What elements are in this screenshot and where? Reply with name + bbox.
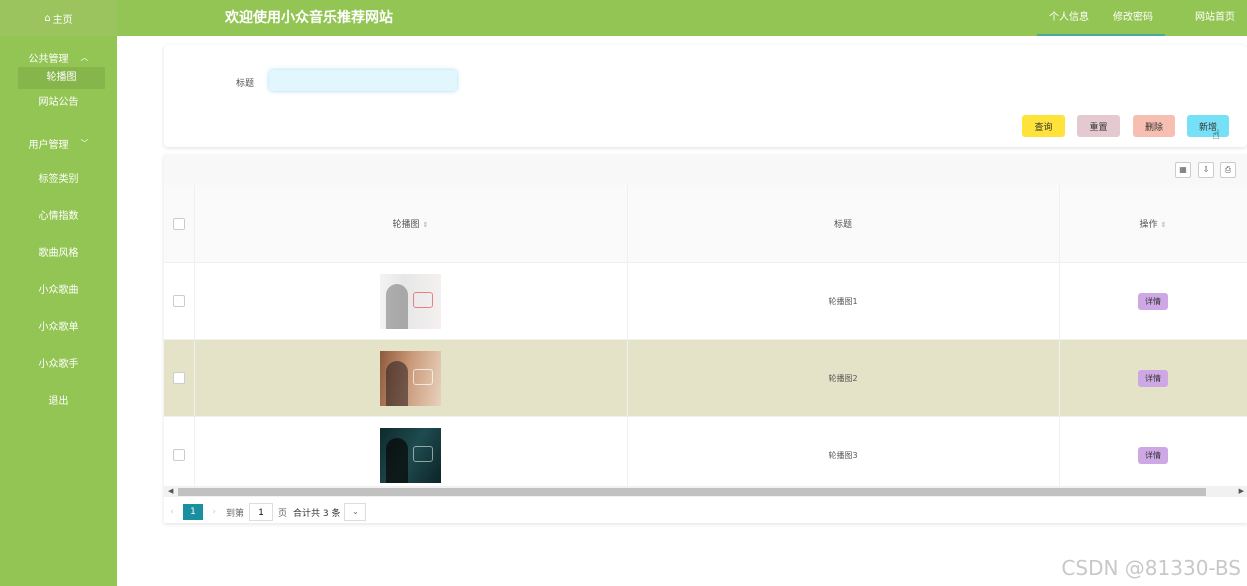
row-title: 轮播图1 [627,262,1060,340]
columns-icon[interactable]: ▦ [1175,162,1191,178]
pagination: ‹ 1 › 到第 页 合计共 3 条 ⌄ [164,503,367,521]
chevron-up-icon: ︿ [80,52,89,62]
column-header-label: 操作 [1139,220,1158,230]
sidebar-item-logout[interactable]: 退出 [0,383,117,420]
table-toolbar: ▦ ⇩ ⎙ [164,155,1247,186]
carousel-thumbnail [380,350,441,406]
chevron-down-icon: ﹀ [80,138,89,148]
table-row: 轮播图3 详情 [164,416,1247,494]
reset-button[interactable]: 重置 [1077,115,1120,137]
sidebar: 公共管理 ︿ 轮播图 网站公告 用户管理 ﹀ 标签类别 心情指数 歌曲风格 小众… [0,36,117,586]
column-header-image[interactable]: 轮播图 ⇕ [194,185,628,263]
row-checkbox[interactable] [172,372,185,384]
sidebar-item-tag-category[interactable]: 标签类别 [0,161,117,198]
nav-profile[interactable]: 个人信息 [1037,0,1101,36]
row-title: 轮播图2 [627,339,1060,417]
carousel-thumbnail [380,273,441,329]
site-title: 欢迎使用小众音乐推荐网站 [225,10,393,26]
horizontal-scrollbar[interactable]: ◀ ▶ [164,486,1247,497]
query-button[interactable]: 查询 [1022,115,1065,137]
chevron-down-icon: ⌄ [352,507,359,516]
delete-button[interactable]: 删除 [1133,115,1175,137]
scroll-right-icon[interactable]: ▶ [1239,486,1244,497]
detail-button[interactable]: 详情 [1138,446,1168,464]
column-header-label: 轮播图 [392,220,420,230]
add-button[interactable]: 新增 [1187,115,1229,137]
detail-button[interactable]: 详情 [1138,369,1168,387]
row-checkbox[interactable] [172,295,185,307]
data-table: 轮播图 ⇕ 标题 操作 ⇕ 轮播图1 详情 轮播图2 详情 轮播图3 详情 [164,185,1247,494]
home-tab[interactable]: ⌂ 主页 [0,0,117,36]
page-label: 页 [278,508,288,519]
prev-page-icon[interactable]: ‹ [164,507,180,517]
sidebar-item-carousel[interactable]: 轮播图 [18,67,105,89]
top-nav: 个人信息 修改密码 网站首页 [1037,0,1247,36]
home-icon: ⌂ [44,12,51,24]
row-title: 轮播图3 [627,416,1060,494]
sort-icon: ⇕ [422,221,429,229]
watermark: CSDN @81330-BS [1061,556,1241,580]
total-count: 合计共 3 条 [293,508,341,519]
sidebar-group-label: 用户管理 [28,139,69,151]
table-panel: ▦ ⇩ ⎙ 轮播图 ⇕ 标题 操作 ⇕ 轮播图1 详情 轮播图2 详情 轮播图3… [164,155,1247,523]
goto-page-input[interactable] [249,503,274,521]
nav-change-password[interactable]: 修改密码 [1101,0,1165,36]
select-all-checkbox[interactable] [172,217,185,230]
table-row: 轮播图2 详情 [164,339,1247,417]
table-header-row: 轮播图 ⇕ 标题 操作 ⇕ [164,185,1247,263]
sidebar-group-label: 公共管理 [28,53,69,65]
sidebar-group-public[interactable]: 公共管理 ︿ [0,47,117,67]
home-label: 主页 [52,14,73,26]
top-bar: ⌂ 主页 欢迎使用小众音乐推荐网站 个人信息 修改密码 网站首页 [0,0,1247,36]
table-row: 轮播图1 详情 [164,262,1247,340]
row-checkbox[interactable] [172,449,185,461]
select-all-cell [164,185,195,263]
sidebar-item-niche-songs[interactable]: 小众歌曲 [0,272,117,309]
nav-site-home[interactable]: 网站首页 [1183,0,1247,36]
print-icon[interactable]: ⎙ [1220,162,1236,178]
column-header-action[interactable]: 操作 ⇕ [1059,185,1247,263]
sidebar-item-song-style[interactable]: 歌曲风格 [0,235,117,272]
sidebar-item-niche-playlists[interactable]: 小众歌单 [0,309,117,346]
sidebar-group-user[interactable]: 用户管理 ﹀ [0,133,117,153]
next-page-icon[interactable]: › [206,507,222,517]
sidebar-item-notice[interactable]: 网站公告 [0,92,117,114]
hand-cursor-icon: ☝ [1212,128,1220,143]
search-panel: 标题 查询 重置 删除 新增 [164,45,1247,147]
current-page[interactable]: 1 [183,504,203,520]
export-icon[interactable]: ⇩ [1198,162,1214,178]
column-header-title: 标题 [627,185,1060,263]
sidebar-item-niche-singers[interactable]: 小众歌手 [0,346,117,383]
scroll-left-icon[interactable]: ◀ [168,486,173,497]
title-search-input[interactable] [269,70,457,91]
page-size-select[interactable]: ⌄ [344,503,367,521]
sort-icon: ⇕ [1160,221,1167,229]
title-label: 标题 [236,79,255,89]
carousel-thumbnail [380,427,441,483]
sidebar-item-mood-index[interactable]: 心情指数 [0,198,117,235]
detail-button[interactable]: 详情 [1138,292,1168,310]
goto-label: 到第 [226,508,245,519]
column-header-label: 标题 [833,220,852,230]
scrollbar-thumb[interactable] [178,488,1206,496]
